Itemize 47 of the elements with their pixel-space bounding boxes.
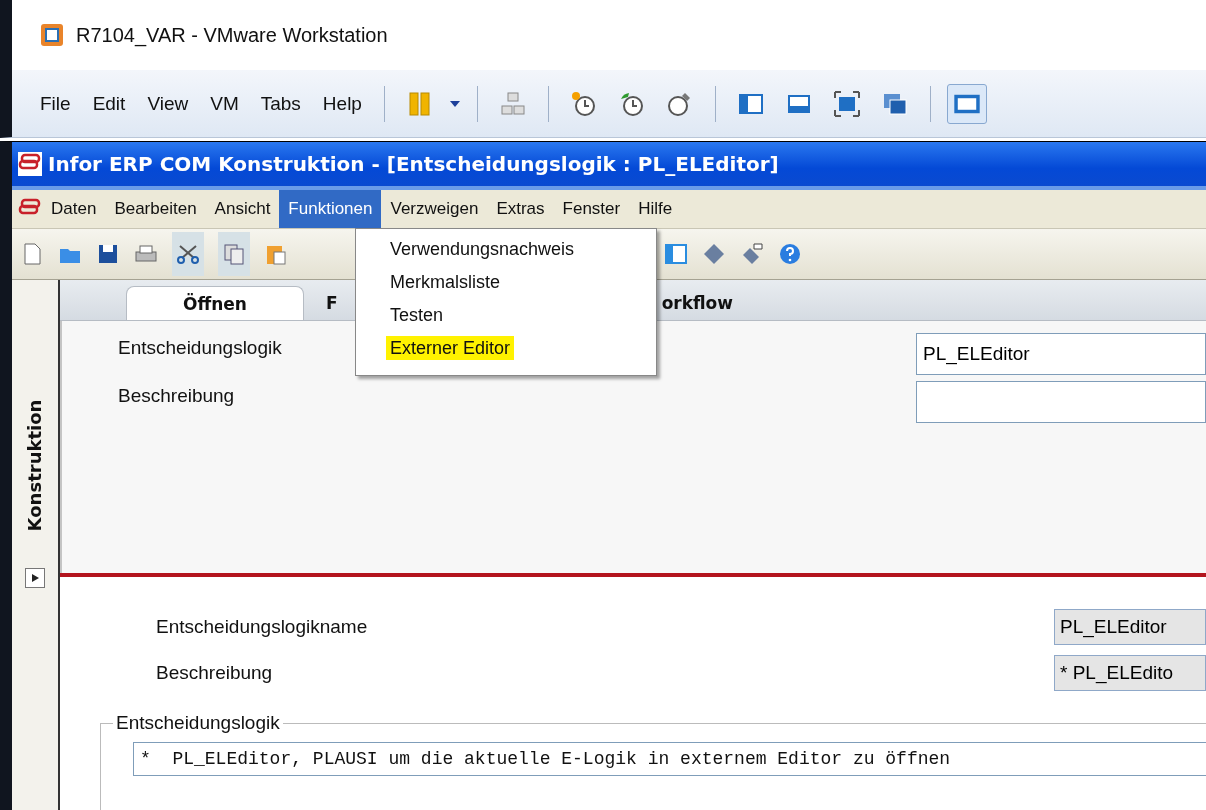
- input-field[interactable]: PL_ELEditor: [1054, 609, 1206, 645]
- menu-item[interactable]: Hilfe: [629, 190, 682, 228]
- menu-item[interactable]: Testen: [356, 299, 656, 332]
- tab[interactable]: F: [310, 286, 354, 320]
- menu-item[interactable]: Tabs: [254, 88, 307, 119]
- scissors-icon[interactable]: [172, 232, 204, 276]
- input-field[interactable]: PL_ELEditor: [916, 333, 1206, 375]
- menu-item[interactable]: Verwendungsnachweis: [356, 233, 656, 266]
- play-icon: [30, 573, 40, 583]
- menu-item[interactable]: Help: [316, 88, 368, 119]
- tab[interactable]: orkflow: [661, 286, 749, 320]
- menu-item[interactable]: File: [34, 88, 77, 119]
- field-label: Entscheidungslogik: [118, 336, 282, 359]
- vm-logo-icon: [40, 23, 64, 47]
- menu-item[interactable]: Fenster: [553, 190, 630, 228]
- menu-item[interactable]: Bearbeiten: [105, 190, 206, 228]
- menu-item[interactable]: Extras: [487, 190, 554, 228]
- menu-item[interactable]: Funktionen: [279, 190, 382, 228]
- menu-item[interactable]: VM: [204, 88, 245, 119]
- menu-item[interactable]: View: [141, 88, 195, 119]
- field-label: Entscheidungslogikname: [155, 616, 369, 638]
- fullscreen-icon[interactable]: [833, 90, 860, 117]
- expand-button[interactable]: [25, 568, 45, 588]
- menu-item[interactable]: Ansicht: [205, 190, 280, 228]
- menu-item[interactable]: Edit: [86, 88, 132, 119]
- side-panel-label[interactable]: Konstruktion: [24, 399, 46, 531]
- clock-icon[interactable]: [570, 90, 597, 117]
- menu-item[interactable]: Verzweigen: [381, 190, 488, 228]
- field-label: Beschreibung: [118, 384, 235, 407]
- panel-icon[interactable]: [664, 242, 688, 266]
- console-view-icon[interactable]: [946, 83, 987, 124]
- input-field[interactable]: [916, 381, 1206, 423]
- code-editor[interactable]: * PL_ELEditor, PLAUSI um die aktuelle E-Logik in externem Editor zu öffnen: [133, 742, 1206, 776]
- window-title: Infor ERP COM Konstruktion - [Entscheidungslogik : PL_ELEditor]: [48, 152, 779, 176]
- menu-item[interactable]: Externer Editor: [356, 332, 656, 365]
- window-title: R7104_VAR - VMware Workstation: [76, 23, 388, 47]
- clock-icon[interactable]: [618, 90, 645, 117]
- menu-item[interactable]: Daten: [42, 190, 106, 228]
- input-field[interactable]: * PL_ELEdito: [1054, 655, 1206, 691]
- app-logo-icon: [18, 152, 42, 176]
- caret-icon[interactable]: [448, 99, 461, 108]
- tab[interactable]: Öffnen: [126, 286, 304, 320]
- save-icon[interactable]: [96, 242, 120, 266]
- field-label: Beschreibung: [155, 662, 274, 684]
- help-icon[interactable]: [778, 242, 802, 266]
- menu-item[interactable]: Merkmalsliste: [356, 266, 656, 299]
- diamond-icon[interactable]: [702, 242, 726, 266]
